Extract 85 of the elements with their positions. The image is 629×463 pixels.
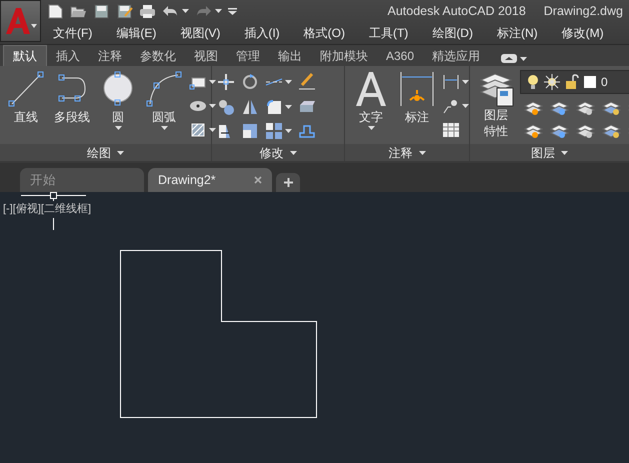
rotate-icon[interactable] [241,73,259,91]
ribbon-tab[interactable]: 附加模块 [311,46,377,66]
mirror-icon[interactable] [241,98,259,116]
caret-icon [462,80,469,84]
print-icon[interactable] [139,3,156,19]
caret-icon [418,150,426,154]
caret-icon [368,126,374,130]
tool-button[interactable]: 圆 [96,70,140,144]
app-logo-icon [4,7,30,35]
dimension-icon [398,70,436,108]
move-icon[interactable] [217,73,235,91]
tool-button[interactable]: 圆弧 [142,70,186,144]
tool-button[interactable]: 直线 [4,70,48,144]
caret-icon [215,9,222,13]
caret-icon [30,24,36,28]
brush-icon[interactable] [298,73,316,91]
panel-toggle-icon[interactable] [501,54,518,63]
ribbon-tab[interactable]: 输出 [269,46,311,66]
caret-icon [520,56,528,60]
ribbon-tab[interactable]: 视图 [185,46,227,66]
caret-icon [117,150,124,154]
menu-item[interactable]: 标注(N) [490,24,544,42]
caret-icon [114,126,122,130]
menu-item[interactable]: 视图(V) [174,24,226,42]
caret-icon [160,126,168,130]
array-icon[interactable] [265,122,283,140]
unlocked-padlock-icon [565,74,579,90]
scale-icon[interactable] [241,122,259,140]
caret-icon [209,104,216,108]
new-file-icon[interactable] [47,3,64,19]
panel-title[interactable]: 绘图 [87,144,111,161]
ribbon-tab[interactable]: 插入 [47,46,89,66]
menu-item[interactable]: 编辑(E) [110,24,162,42]
customize-menu-icon[interactable] [228,8,237,14]
panel-title[interactable]: 修改 [260,144,284,161]
copy-icon[interactable] [217,98,235,116]
file-name: Drawing2.dwg [544,2,624,20]
save-as-icon[interactable] [116,3,133,19]
menu-item[interactable]: 工具(T) [362,24,414,42]
caret-icon [209,80,216,84]
caret-icon [209,128,216,132]
save-icon[interactable] [93,3,110,19]
layer-color-swatch-icon [584,76,596,88]
document-tab[interactable]: Drawing2* [148,168,272,192]
caret-icon [182,9,189,13]
arc-icon [145,70,183,108]
hatch-icon[interactable] [189,121,207,139]
caret-icon [285,80,292,84]
app-title: Autodesk AutoCAD 2018 [387,2,526,20]
ribbon-tab[interactable]: A360 [377,46,424,66]
tool-button[interactable]: 标注 [395,70,439,144]
line-icon [7,70,45,108]
menu-item[interactable]: 插入(I) [238,24,286,42]
caret-icon [285,129,292,134]
tool-button[interactable]: 图层特性 [474,70,518,144]
sun-icon [544,74,560,90]
ribbon-tab[interactable]: 参数化 [131,46,185,66]
linear-dimension-icon[interactable] [442,73,460,91]
application-menu-button[interactable] [0,0,41,42]
ribbon-tab[interactable]: 管理 [227,46,269,66]
menu-item[interactable]: 绘图(D) [426,24,479,42]
menu-item[interactable]: 修改(M) [556,24,610,42]
plus-icon [284,178,292,187]
caret-icon [561,150,568,154]
close-icon[interactable] [254,176,262,184]
new-tab-button[interactable] [276,173,300,192]
layer-dropdown[interactable]: 0 [520,70,629,94]
caret-icon [290,150,296,154]
tool-button[interactable]: 多段线 [50,70,94,144]
caret-icon [285,104,292,109]
ribbon-tab[interactable]: 默认 [3,45,47,66]
ribbon-tab[interactable]: 注释 [89,46,131,66]
panel-title[interactable]: 注释 [388,144,412,161]
viewport-controls-label[interactable]: [-][俯视][二维线框] [3,201,91,218]
menu-item[interactable]: 格式(O) [298,24,351,42]
table-icon[interactable] [442,121,460,139]
panel-title[interactable]: 图层 [531,144,555,161]
layer-name: 0 [601,74,608,91]
tool-button[interactable]: 文字 [349,70,393,144]
fillet-icon[interactable] [265,98,283,116]
light-bulb-icon [527,74,539,90]
menu-item[interactable]: 文件(F) [47,24,98,42]
leader-icon[interactable] [442,97,460,115]
caret-icon [462,104,469,108]
ribbon-tab[interactable]: 精选应用 [423,46,490,66]
